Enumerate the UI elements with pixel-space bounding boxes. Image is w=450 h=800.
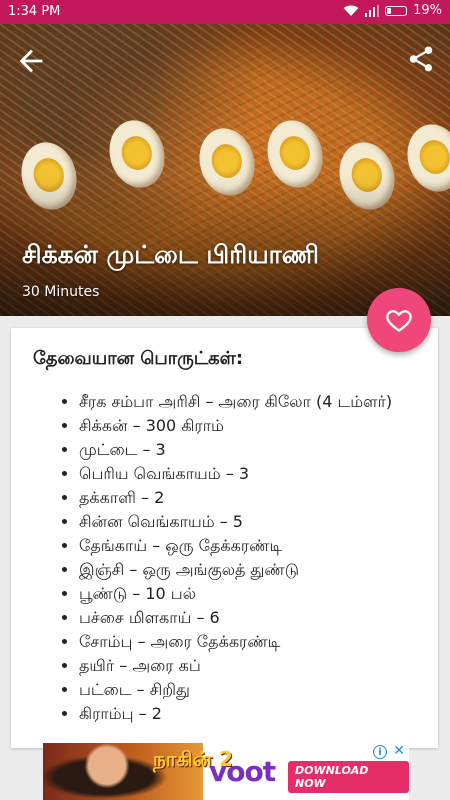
ingredient-item: சீரக சம்பா அரிசி – அரை கிலோ (4 டம்ளர்) — [79, 390, 438, 414]
ingredient-item: சின்ன வெங்காயம் – 5 — [79, 510, 438, 534]
battery-icon — [385, 5, 408, 16]
ingredient-item: முட்டை – 3 — [79, 438, 438, 462]
recipe-title: சிக்கன் முட்டை பிரியாணி — [22, 240, 319, 269]
share-icon[interactable] — [406, 44, 436, 74]
ingredient-item: தேங்காய் – ஒரு தேக்கரண்டி — [79, 534, 438, 558]
ad-download-button[interactable]: DOWNLOAD NOW — [288, 761, 409, 793]
ingredient-item: பூண்டு – 10 பல் — [79, 582, 438, 606]
ad-banner[interactable]: நாகின் 2 voot DOWNLOAD NOW i ✕ — [43, 743, 409, 800]
info-icon[interactable]: i — [373, 745, 387, 759]
ingredients-card: தேவையான பொருட்கள்: சீரக சம்பா அரிசி – அர… — [11, 328, 438, 748]
status-bar: 1:34 PM 19% — [0, 0, 450, 24]
ad-brand-logo: voot — [209, 755, 276, 788]
recipe-hero-image: சிக்கன் முட்டை பிரியாணி 30 Minutes — [0, 24, 450, 316]
ingredients-list: சீரக சம்பா அரிசி – அரை கிலோ (4 டம்ளர்) ச… — [57, 390, 438, 726]
ingredient-item: இஞ்சி – ஒரு அங்குலத் துண்டு — [79, 558, 438, 582]
recipe-duration: 30 Minutes — [22, 284, 100, 300]
ingredients-heading: தேவையான பொருட்கள்: — [33, 348, 244, 369]
back-arrow-icon[interactable] — [14, 44, 48, 78]
ingredient-item: சிக்கன் – 300 கிராம் — [79, 414, 438, 438]
close-icon[interactable]: ✕ — [393, 743, 405, 759]
ingredient-item: சோம்பு – அரை தேக்கரண்டி — [79, 630, 438, 654]
ingredient-item: கிராம்பு – 2 — [79, 702, 438, 726]
ingredient-item: பச்சை மிளகாய் – 6 — [79, 606, 438, 630]
signal-icon — [365, 4, 380, 17]
favorite-button[interactable] — [367, 288, 431, 352]
ingredient-item: தக்காளி – 2 — [79, 486, 438, 510]
battery-percent: 19% — [413, 3, 442, 18]
ingredient-item: பட்டை – சிறிது — [79, 678, 438, 702]
ingredient-item: தயிர் – அரை கப் — [79, 654, 438, 678]
status-time: 1:34 PM — [8, 4, 61, 19]
heart-icon — [386, 310, 412, 332]
ingredient-item: பெரிய வெங்காயம் – 3 — [79, 462, 438, 486]
status-icons: 19% — [343, 3, 442, 18]
battery-level — [387, 7, 391, 14]
wifi-icon — [343, 5, 359, 16]
